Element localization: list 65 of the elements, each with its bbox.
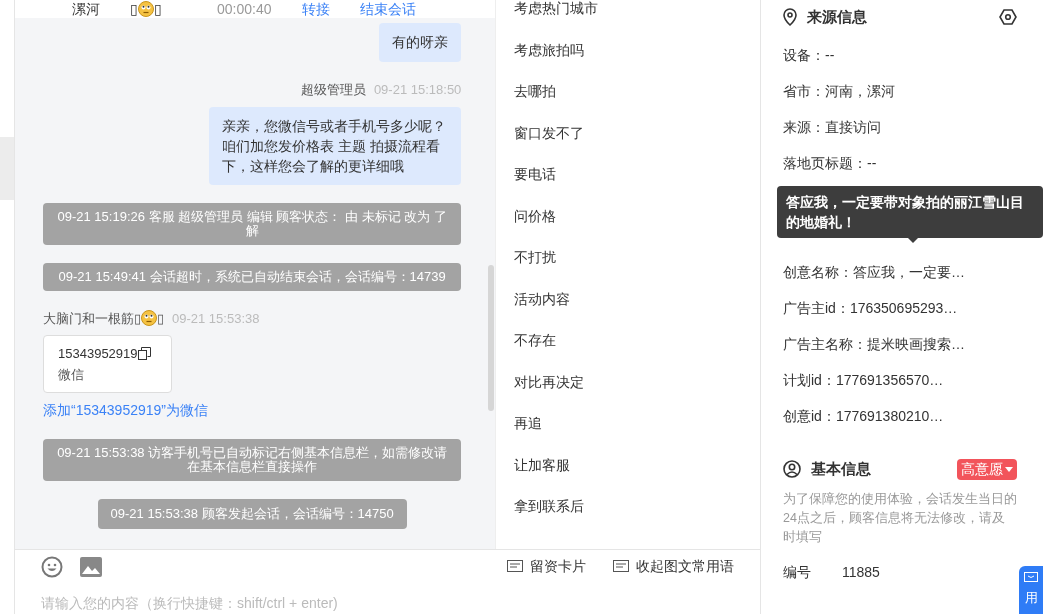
float-button[interactable]: 用 xyxy=(1019,566,1043,614)
message-bubble: 亲亲，您微信号或者手机号多少呢？咱们加您发价格表 主题 拍摄流程看下，这样您会了解的更详细哦 xyxy=(209,106,462,185)
quick-phrase[interactable]: 让加客服 xyxy=(514,444,760,486)
field-label: 编号 xyxy=(783,563,812,583)
notice-text: 为了保障您的使用体验，会话发生当日的24点之后，顾客信息将无法修改，请及时填写 xyxy=(783,491,1017,547)
user-icon xyxy=(783,460,801,479)
system-message: 09-21 15:53:38 访客手机号已自动标记右侧基本信息栏，如需修改请在基本信息栏直接操作 xyxy=(43,439,462,481)
end-chat-link[interactable]: 结束会话 xyxy=(359,1,416,17)
transfer-link[interactable]: 转接 xyxy=(301,1,330,17)
chat-icon xyxy=(1024,572,1038,584)
info-row-text: 省市：河南，漯河 xyxy=(783,81,896,101)
sender-name: 大脑门和一根筋▯ xyxy=(43,309,141,328)
quick-phrase[interactable]: 对比再决定 xyxy=(514,361,760,403)
system-message: 09-21 15:49:41 会话超时，系统已自动结束会话，会话编号：14739 xyxy=(43,262,462,291)
sender-name: 超级管理员 xyxy=(300,81,366,99)
name-mark: ▯ xyxy=(154,1,162,17)
sender-mark: ▯ xyxy=(157,309,164,328)
quick-phrase[interactable]: 不打扰 xyxy=(514,237,760,279)
tooltip: 答应我，一定要带对象拍的丽江雪山目的地婚礼！ xyxy=(777,185,1043,238)
quick-phrase[interactable]: 活动内容 xyxy=(514,278,760,320)
tooltip-pointer xyxy=(908,237,918,243)
copy-icon[interactable] xyxy=(137,347,151,361)
location-pin-icon xyxy=(783,8,797,26)
lead-card-button[interactable]: 留资卡片 xyxy=(507,556,586,577)
quick-phrase[interactable]: 不存在 xyxy=(514,320,760,362)
add-wechat-link[interactable]: 添加“15343952919”为微信 xyxy=(43,400,208,421)
quick-phrase[interactable]: 考虑热门城市 xyxy=(514,0,760,30)
message-icon xyxy=(613,559,629,574)
info-row-text: 计划id：177691356570… xyxy=(783,371,945,391)
quick-phrase[interactable]: 窗口发不了 xyxy=(514,112,760,154)
message-time: 09-21 15:53:38 xyxy=(172,309,260,328)
system-message: 09-21 15:53:38 顾客发起会话，会话编号：14750 xyxy=(97,499,407,529)
caret-icon xyxy=(1005,466,1013,472)
info-row-text: 来源：直接访问 xyxy=(783,117,882,137)
quick-phrase[interactable]: 考虑旅拍吗 xyxy=(514,29,760,71)
message-time: 09-21 15:18:50 xyxy=(373,81,462,99)
system-message: 09-21 15:19:26 客服 超级管理员 编辑 顾客状态： 由 未标记 改为 了解 xyxy=(43,202,462,245)
image-icon[interactable] xyxy=(80,556,102,577)
card-label: 微信 xyxy=(58,365,85,384)
section-title: 来源信息 xyxy=(807,6,867,27)
emoji-icon xyxy=(141,310,157,327)
info-row-text: 创意名称：答应我，一定要… xyxy=(783,262,966,282)
location-text: 漯河 xyxy=(72,1,100,17)
emoji-icon[interactable] xyxy=(41,555,63,578)
quick-phrase[interactable]: 再追 xyxy=(514,403,760,445)
message-input[interactable]: 请输入您的内容（换行快捷键：shift/ctrl + enter) xyxy=(41,593,734,614)
info-row-text: 落地页标题：-- xyxy=(783,154,878,174)
scrollbar[interactable] xyxy=(488,265,495,411)
info-row-text: 创意id：177691380210… xyxy=(783,407,945,427)
message-icon xyxy=(507,559,523,574)
quick-phrase[interactable]: 去哪拍 xyxy=(514,71,760,113)
info-row-text: 设备：-- xyxy=(783,45,836,65)
name-mark: ▯ xyxy=(130,1,138,17)
duration-text: 00:00:40 xyxy=(217,1,272,17)
message-bubble: 有的呀亲 xyxy=(379,23,462,62)
card-number: 15343952919 xyxy=(58,345,138,363)
info-row-text: 广告主id：176350695293… xyxy=(783,298,959,318)
section-title: 基本信息 xyxy=(811,458,871,479)
field-value: 11885 xyxy=(842,563,880,583)
collapse-phrases-button[interactable]: 收起图文常用语 xyxy=(613,556,734,577)
quick-phrase[interactable]: 要电话 xyxy=(514,154,760,196)
info-row-text: 广告主名称：提米映画搜索… xyxy=(783,335,966,355)
quick-phrase[interactable]: 拿到联系后 xyxy=(514,486,760,528)
quick-phrase[interactable]: 问价格 xyxy=(514,195,760,237)
settings-icon[interactable] xyxy=(999,9,1017,25)
